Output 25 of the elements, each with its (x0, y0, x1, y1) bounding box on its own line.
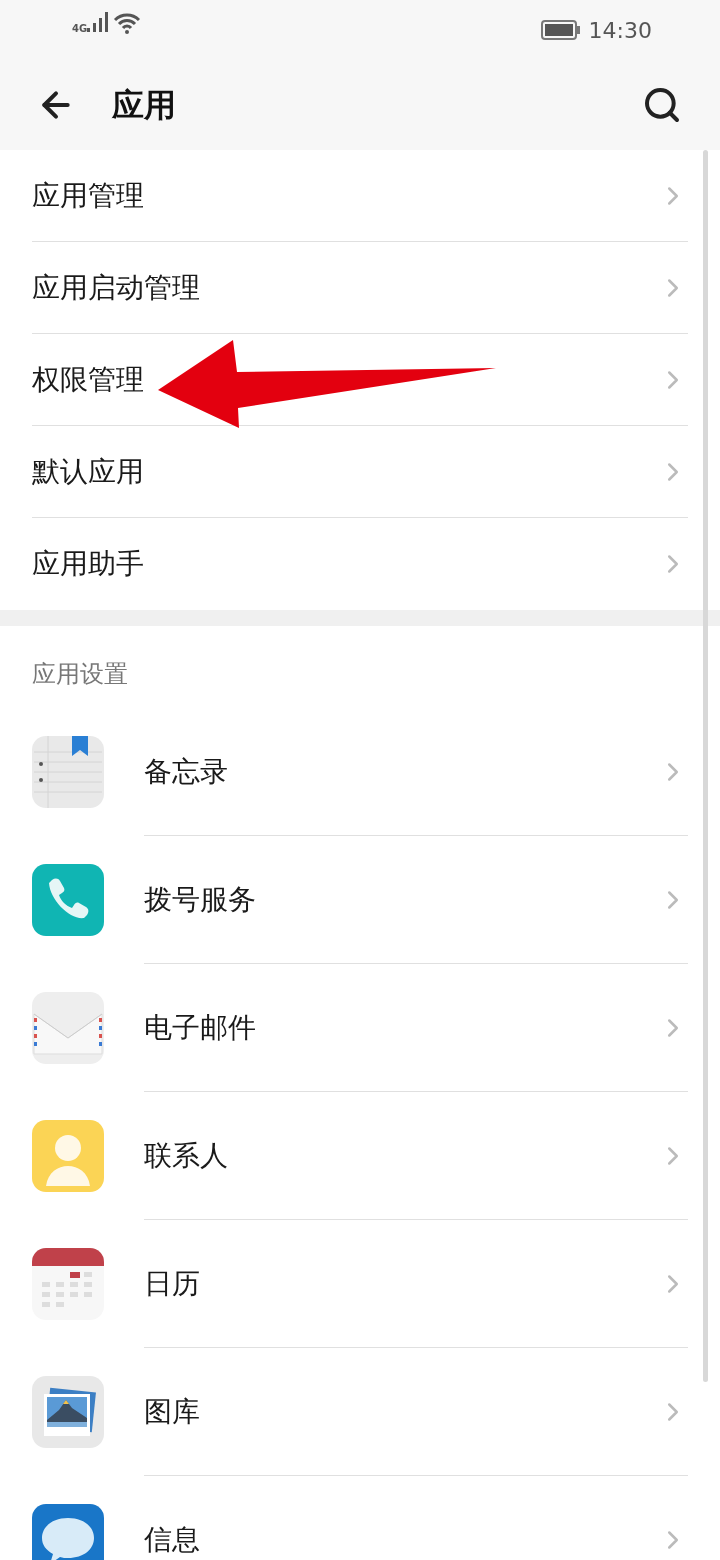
clock: 14:30 (588, 16, 652, 45)
photos-icon (32, 1376, 104, 1448)
notepad-icon (32, 736, 104, 808)
app-item[interactable]: 电子邮件 (32, 964, 688, 1092)
phone-icon (32, 864, 104, 936)
menu-item[interactable]: 应用助手 (32, 518, 688, 610)
page-title: 应用 (112, 85, 176, 126)
menu-item[interactable]: 应用管理 (32, 150, 688, 242)
app-item[interactable]: 日历 (32, 1220, 688, 1348)
section-heading: 应用设置 (32, 659, 129, 690)
menu-item[interactable]: 应用启动管理 (32, 242, 688, 334)
calendar-icon (32, 1248, 104, 1320)
menu-item[interactable]: 默认应用 (32, 426, 688, 518)
battery-icon (540, 20, 581, 40)
app-item[interactable]: 拨号服务 (32, 836, 688, 964)
app-item[interactable]: 信息 (32, 1476, 688, 1560)
app-item[interactable]: 图库 (32, 1348, 688, 1476)
network-type: 4G (72, 24, 88, 34)
app-item[interactable]: 联系人 (32, 1092, 688, 1220)
speech-bubble-icon (32, 1504, 104, 1560)
wifi-icon (113, 12, 142, 34)
contact-icon (32, 1120, 104, 1192)
app-item[interactable]: 备忘录 (32, 708, 688, 836)
envelope-icon (32, 992, 104, 1064)
signal-icon (87, 12, 110, 32)
